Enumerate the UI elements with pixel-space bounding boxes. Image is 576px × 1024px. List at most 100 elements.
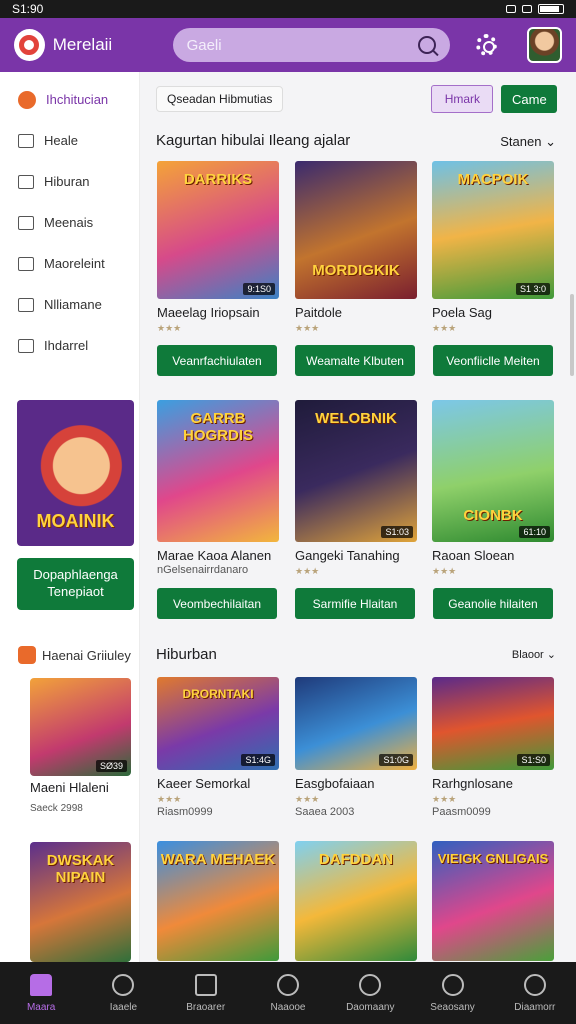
game-card[interactable]: WELOBNIK S1:03 Gangeki Tanahing ★★★ xyxy=(295,400,417,577)
duration-badge: S1:4G xyxy=(241,754,275,766)
game-card[interactable]: WARA MEHAEK xyxy=(157,841,279,961)
nav-browser[interactable]: Braoarer xyxy=(171,973,241,1013)
nav-label: Daomaany xyxy=(346,1001,395,1013)
game-thumbnail: GARRB HOGRDIS xyxy=(157,400,279,542)
nav-community[interactable]: Daomaany xyxy=(335,973,405,1013)
app-logo[interactable] xyxy=(14,29,45,61)
duration-badge: 61:10 xyxy=(519,526,550,538)
search-icon xyxy=(112,973,135,996)
sidebar-game-card[interactable]: DWSKAK NIPAIN xyxy=(30,842,131,962)
game-title: Poela Sag xyxy=(432,305,492,320)
status-icons xyxy=(506,4,564,14)
game-art-text: DRORNTAKI xyxy=(182,687,254,701)
sidebar-item-nlliamane[interactable]: Nlliamane xyxy=(0,284,139,325)
nav-social[interactable]: Seaosany xyxy=(418,973,488,1013)
search-icon[interactable] xyxy=(417,36,436,54)
game-title: Raoan Sloean xyxy=(432,548,515,563)
duration-badge: S1 3:0 xyxy=(515,283,550,295)
game-thumbnail: WARA MEHAEK xyxy=(157,841,279,961)
grid-icon xyxy=(18,133,34,148)
game-card[interactable]: MORDIGKIK Paitdole ★★★ xyxy=(295,161,417,334)
rating-stars: ★★★ xyxy=(157,323,182,333)
game-thumbnail: MORDIGKIK xyxy=(295,161,417,299)
shield-icon xyxy=(18,256,34,271)
chevron-down-icon: ⌄ xyxy=(545,134,556,149)
game-art-text: WELOBNIK xyxy=(315,410,397,427)
sidebar-item-heale[interactable]: Heale xyxy=(0,120,139,161)
status-time: S1:90 xyxy=(12,2,44,16)
game-card[interactable]: VIEIGK GNLIGAIS xyxy=(432,841,554,961)
scrollbar[interactable] xyxy=(570,294,574,376)
game-art-text: DWSKAK NIPAIN xyxy=(46,852,115,886)
play-button[interactable]: Weamalte Klbuten xyxy=(295,345,415,376)
promo-button[interactable]: Dopaphlaenga Tenepiaot xyxy=(17,558,134,610)
nav-search[interactable]: Iaaele xyxy=(88,973,158,1013)
play-button[interactable]: Veonfiiclle Meiten xyxy=(433,345,553,376)
play-button[interactable]: Veanrfachiulaten xyxy=(157,345,277,376)
game-thumbnail: VIEIGK GNLIGAIS xyxy=(432,841,554,961)
play-button[interactable]: Veombechilaitan xyxy=(157,588,277,619)
nav-news[interactable]: Naaooe xyxy=(253,973,323,1013)
game-card[interactable]: MACPOIK S1 3:0 Poela Sag ★★★ xyxy=(432,161,554,334)
fox-icon xyxy=(18,90,36,109)
game-art-text: WARA MEHAEK xyxy=(160,851,276,868)
sort-label: Stanen xyxy=(500,134,542,149)
filter-chip[interactable]: Qseadan Hibmutias xyxy=(156,86,284,112)
sidebar-item-meenais[interactable]: Meenais xyxy=(0,202,139,243)
duration-badge: S1:S0 xyxy=(517,754,550,766)
see-more-link[interactable]: Blaoor ⌄ xyxy=(512,648,556,661)
nav-home[interactable]: Maara xyxy=(6,973,76,1013)
sidebar-item-label: Ihchitucian xyxy=(46,92,109,107)
game-art-text: DARRIKS xyxy=(183,171,253,188)
game-title: Kaeer Semorkal xyxy=(157,776,251,791)
home-icon xyxy=(30,973,53,996)
game-title: Paitdole xyxy=(295,305,342,320)
avatar[interactable] xyxy=(527,27,562,63)
search-input[interactable]: Gaeli xyxy=(172,28,450,62)
section-title: Hiburban xyxy=(156,646,217,663)
sort-dropdown[interactable]: Stanen ⌄ xyxy=(500,134,556,150)
mark-button[interactable]: Hmark xyxy=(431,85,494,113)
filter-bar: Qseadan Hibmutias Hmark Came xyxy=(156,85,576,113)
sidebar-item-home[interactable]: Ihchitucian xyxy=(0,79,139,120)
logo-mark xyxy=(19,35,40,55)
sidebar-item-label: Maoreleint xyxy=(44,256,105,271)
game-card[interactable]: DAFDDAN xyxy=(295,841,417,961)
game-card[interactable]: DARRIKS 9:1S0 Maeelag Iriopsain ★★★ xyxy=(157,161,279,334)
play-button[interactable]: Sarmifie Hlaitan xyxy=(295,588,415,619)
sidebar: Ihchitucian Heale Hiburan Meenais Maorel… xyxy=(0,72,140,962)
rating-stars: ★★★ xyxy=(295,566,320,576)
sidebar-game-card[interactable]: SØ39 Maeni Hlaleni Saeck 2998 xyxy=(30,678,131,814)
game-card[interactable]: S1:0G Easgbofaiaan ★★★ Saaea 2003 xyxy=(295,677,417,818)
nav-label: Naaooe xyxy=(270,1001,306,1013)
sidebar-item-label: Ihdarrel xyxy=(44,338,89,353)
play-button[interactable]: Geanolie hilaiten xyxy=(433,588,553,619)
status-bar: S1:90 xyxy=(0,0,576,18)
promo-banner[interactable]: MOAINIK xyxy=(17,400,134,546)
game-subtitle: Saaea 2003 xyxy=(295,806,355,818)
game-card[interactable]: CIONBK 61:10 Raoan Sloean ★★★ xyxy=(432,400,554,577)
sidebar-item-label: Meenais xyxy=(44,215,94,230)
chevron-down-icon: ⌄ xyxy=(546,649,556,661)
gear-icon[interactable] xyxy=(475,34,498,56)
game-meta: Saeck 2998 xyxy=(30,803,83,814)
game-thumbnail: DARRIKS 9:1S0 xyxy=(157,161,279,299)
game-subtitle: nGelsenairrdanaro xyxy=(157,564,249,576)
sidebar-item-hiburan[interactable]: Hiburan xyxy=(0,161,139,202)
sidebar-item-maoreleint[interactable]: Maoreleint xyxy=(0,243,139,284)
game-card[interactable]: GARRB HOGRDIS Marae Kaoa Alanen nGelsena… xyxy=(157,400,279,576)
brand-name: Merelaii xyxy=(52,35,113,54)
game-button[interactable]: Came xyxy=(501,85,558,113)
promo-title: MOAINIK xyxy=(36,511,115,531)
nav-profile[interactable]: Diaamorr xyxy=(500,973,570,1013)
nav-label: Maara xyxy=(26,1001,56,1013)
bottom-nav: Maara Iaaele Braoarer Naaooe Daomaany Se… xyxy=(0,962,576,1024)
fox-icon xyxy=(18,646,36,664)
game-art-text: MORDIGKIK xyxy=(312,262,400,279)
game-card[interactable]: S1:S0 Rarhgnlosane ★★★ Paasm0099 xyxy=(432,677,554,818)
sidebar-item-ihdarrel[interactable]: Ihdarrel xyxy=(0,325,139,366)
nav-label: Seaosany xyxy=(430,1001,475,1013)
game-title: Maeelag Iriopsain xyxy=(157,305,260,320)
game-card[interactable]: DRORNTAKI S1:4G Kaeer Semorkal ★★★ Riasm0… xyxy=(157,677,279,818)
monitor-icon xyxy=(18,297,34,312)
